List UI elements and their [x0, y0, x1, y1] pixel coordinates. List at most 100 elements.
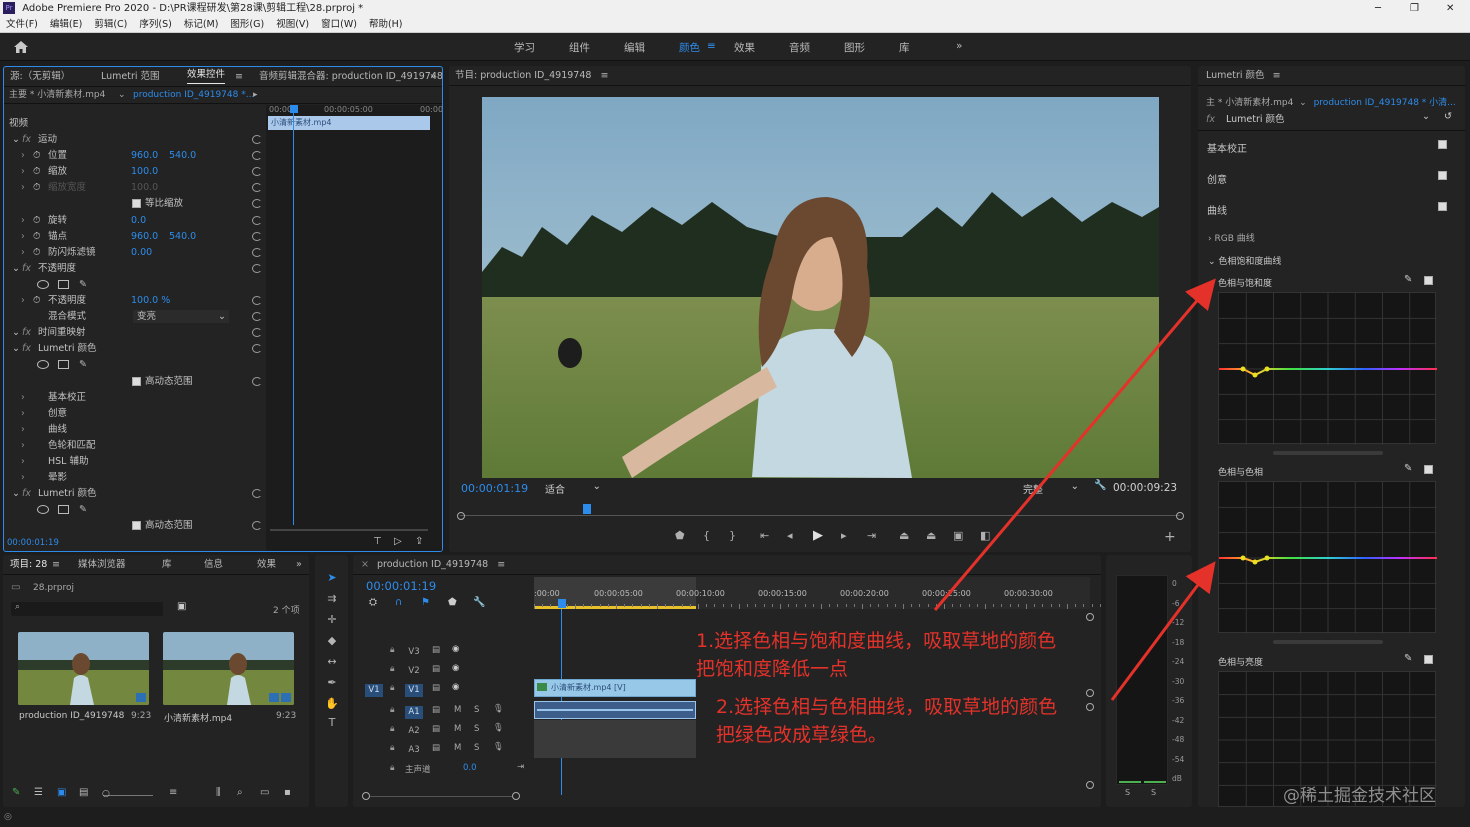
pencil-icon[interactable]: ✎: [12, 787, 20, 798]
effect-row[interactable]: › 晕影: [4, 470, 266, 486]
eye-icon[interactable]: ◉: [452, 644, 459, 654]
section-basic-checkbox[interactable]: [1438, 140, 1447, 149]
stopwatch-icon[interactable]: ⏱: [33, 180, 40, 196]
chevron-right-icon[interactable]: ›: [21, 180, 25, 196]
rect-mask-icon[interactable]: [58, 360, 69, 370]
close-icon[interactable]: ×: [361, 559, 369, 570]
lumetri-effect-name[interactable]: Lumetri 颜色: [1226, 114, 1285, 125]
dropdown-icon[interactable]: ⌄: [1299, 98, 1307, 108]
effect-row[interactable]: 高动态范围: [4, 374, 266, 390]
reset-icon[interactable]: [252, 376, 262, 386]
master-clip-label[interactable]: 主要 * 小清新素材.mp4: [9, 87, 105, 104]
slip-tool-icon[interactable]: ↔: [325, 655, 339, 669]
eye-icon[interactable]: ◉: [452, 682, 459, 692]
tab-menu-icon[interactable]: ≡: [235, 67, 243, 87]
panel-more-button[interactable]: »: [296, 555, 302, 575]
effect-row[interactable]: › 创意: [4, 406, 266, 422]
tab-media-browser[interactable]: 媒体浏览器: [78, 555, 126, 575]
rect-mask-icon[interactable]: [58, 279, 69, 289]
effect-row[interactable]: › ⏱ 防闪烁滤镜 0.00: [4, 245, 266, 261]
menu-view[interactable]: 视图(V): [276, 19, 309, 30]
tab-menu-icon[interactable]: ≡: [52, 555, 60, 575]
chevron-down-icon[interactable]: ⌄: [12, 132, 20, 148]
lock-icon[interactable]: 🔒︎: [390, 763, 395, 773]
section-creative[interactable]: 创意: [1207, 171, 1227, 186]
chevron-down-icon[interactable]: ⌄: [12, 261, 20, 277]
chevron-right-icon[interactable]: ›: [21, 229, 25, 245]
program-scrubber[interactable]: [460, 502, 1180, 516]
ripple-edit-tool-icon[interactable]: ✛: [325, 613, 339, 627]
curve-hue-sat-checkbox[interactable]: [1424, 276, 1433, 285]
workspace-learn[interactable]: 学习: [514, 40, 535, 55]
mark-out-icon[interactable]: }: [729, 529, 736, 542]
effect-playhead[interactable]: [293, 107, 294, 525]
lumetri-master-clip[interactable]: 主 * 小清新素材.mp4: [1206, 98, 1293, 108]
eyedropper-icon[interactable]: ✎: [1404, 274, 1412, 285]
type-tool-icon[interactable]: T: [325, 716, 339, 730]
workspace-effects[interactable]: 效果: [734, 40, 755, 55]
tab-source[interactable]: 源:（无剪辑）: [10, 67, 70, 87]
lock-icon[interactable]: 🔒︎: [390, 664, 395, 674]
track-target[interactable]: A3: [405, 744, 423, 757]
param-value[interactable]: 100.0: [131, 164, 158, 180]
timeline-ruler[interactable]: :00:00 00:00:05:00 00:00:10:00 00:00:15:00 0…: [534, 577, 1101, 609]
dropdown-icon[interactable]: ⌄: [118, 87, 126, 104]
workspace-editing[interactable]: 编辑: [624, 40, 645, 55]
track-select-tool-icon[interactable]: ⇉: [325, 592, 339, 606]
sync-lock-icon[interactable]: ▤: [432, 683, 440, 693]
lumetri-sequence-clip[interactable]: production ID_4919748 * 小清...: [1314, 98, 1456, 108]
section-creative-checkbox[interactable]: [1438, 171, 1447, 180]
master-volume[interactable]: 0.0: [463, 763, 477, 773]
menu-sequence[interactable]: 序列(S): [139, 19, 171, 30]
eyedropper-icon[interactable]: ✎: [1404, 463, 1412, 474]
menu-help[interactable]: 帮助(H): [369, 19, 403, 30]
lift-icon[interactable]: ⏏: [899, 529, 909, 542]
param-value[interactable]: 0.00: [131, 245, 152, 261]
param-value[interactable]: 100.0 %: [131, 293, 170, 309]
chevron-down-icon[interactable]: ⌄: [12, 325, 20, 341]
add-marker-icon[interactable]: ⬟: [448, 597, 457, 608]
effect-row[interactable]: › 曲线: [4, 422, 266, 438]
workspace-menu-icon[interactable]: ≡: [707, 40, 716, 52]
tab-lumetri-scopes[interactable]: Lumetri 范围: [101, 67, 160, 87]
add-button-icon[interactable]: +: [1164, 529, 1176, 545]
solo-button[interactable]: S: [474, 724, 479, 734]
program-timecode[interactable]: 00:00:01:19: [461, 482, 528, 495]
home-icon[interactable]: [13, 40, 29, 54]
curve-graph[interactable]: [1219, 293, 1437, 445]
chevron-right-icon[interactable]: ›: [21, 293, 25, 309]
effect-row[interactable]: › 基本校正: [4, 390, 266, 406]
dropdown-icon[interactable]: ⌄: [1422, 111, 1430, 122]
tab-audio-mixer[interactable]: 音频剪辑混合器: production ID_4919748: [259, 67, 442, 87]
filter-icon[interactable]: ⊤: [373, 536, 382, 547]
program-playhead[interactable]: [583, 504, 591, 514]
effect-row[interactable]: 高动态范围: [4, 518, 266, 534]
snap-icon[interactable]: ∩: [395, 597, 402, 608]
sync-lock-icon[interactable]: ▤: [432, 743, 440, 753]
param-value[interactable]: 0.0: [131, 213, 146, 229]
lock-icon[interactable]: 🔒︎: [390, 743, 395, 753]
effect-row[interactable]: › ⏱ 缩放 100.0: [4, 164, 266, 180]
chevron-right-icon[interactable]: ›: [21, 470, 25, 486]
project-item-name[interactable]: 小清新素材.mp4: [164, 711, 232, 724]
menu-graphics[interactable]: 图形(G): [230, 19, 264, 30]
source-patch-v1[interactable]: V1: [365, 684, 383, 697]
param-value[interactable]: 960.0: [131, 148, 158, 164]
mark-in-icon[interactable]: {: [703, 529, 710, 542]
step-back-icon[interactable]: ◂: [787, 529, 793, 542]
chevron-right-icon[interactable]: ›: [21, 213, 25, 229]
effect-row[interactable]: › ⏱ 旋转 0.0: [4, 213, 266, 229]
sequence-clip-label[interactable]: production ID_4919748 *...: [133, 87, 254, 104]
settings-icon[interactable]: 🔧: [473, 597, 485, 608]
menu-window[interactable]: 窗口(W): [321, 19, 357, 30]
lock-icon[interactable]: 🔒︎: [390, 724, 395, 734]
mute-button[interactable]: M: [454, 724, 461, 734]
automate-icon[interactable]: ⫼: [216, 787, 221, 798]
section-basic-correction[interactable]: 基本校正: [1207, 140, 1247, 155]
scrub-start-handle[interactable]: [457, 512, 465, 520]
rgb-curves-toggle[interactable]: › RGB 曲线: [1208, 231, 1255, 244]
chevron-right-icon[interactable]: ›: [21, 454, 25, 470]
sync-lock-icon[interactable]: ▤: [432, 664, 440, 674]
menu-file[interactable]: 文件(F): [6, 19, 38, 30]
export-icon[interactable]: ⇪: [415, 536, 423, 547]
